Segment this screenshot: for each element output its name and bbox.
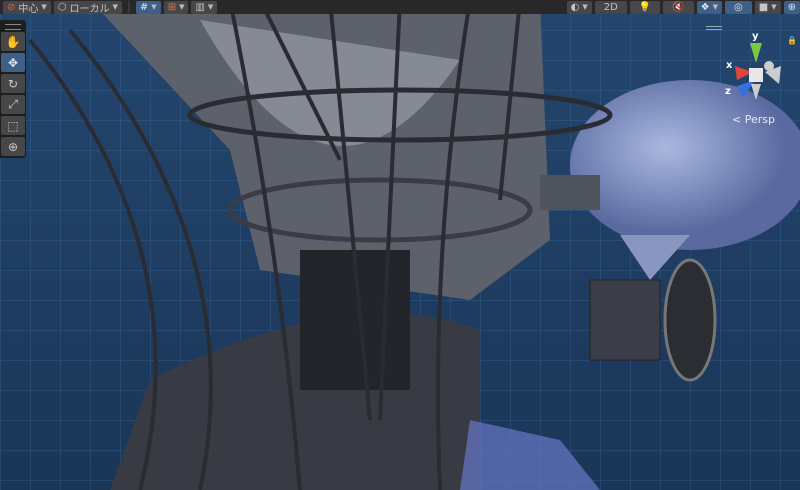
scale-tool-button[interactable]: ⤢ <box>1 95 25 114</box>
space-dropdown[interactable]: ⬡ ローカル ▼ <box>53 0 122 15</box>
transform-icon: ⊕ <box>7 139 19 154</box>
divider <box>127 1 130 13</box>
visibility-toggle[interactable]: ◎ <box>725 0 752 14</box>
gizmo-globe-icon: ⊕ <box>787 1 796 13</box>
light-bulb-icon: 💡 <box>638 1 652 13</box>
rotate-tool-button[interactable]: ↻ <box>1 74 25 93</box>
z-axis-cone[interactable] <box>737 80 755 98</box>
camera-dropdown[interactable]: ■ ▼ <box>754 0 781 14</box>
grid-snap-button[interactable]: # ▼ <box>135 0 161 14</box>
pivot-dropdown[interactable]: ⊘ 中心 ▼ <box>3 0 51 15</box>
snap-icon: ⊞ <box>167 1 177 13</box>
2d-toggle[interactable]: 2D <box>594 0 627 14</box>
increment-snap-button[interactable]: ⊞ ▼ <box>163 0 189 14</box>
drag-handle[interactable] <box>5 24 21 30</box>
pivot-icon: ⊘ <box>7 1 16 13</box>
move-arrows-icon: ✥ <box>7 55 19 70</box>
chevron-down-icon: ▼ <box>179 3 185 11</box>
ruler-icon: ▥ <box>195 1 205 13</box>
lighting-toggle[interactable]: 💡 <box>629 0 661 14</box>
chevron-down-icon: ▼ <box>112 3 118 11</box>
ruler-button[interactable]: ▥ ▼ <box>191 0 218 14</box>
z-axis-label: z <box>725 86 731 97</box>
hand-icon: ✋ <box>5 34 21 49</box>
chevron-down-icon: ▼ <box>207 3 214 11</box>
chevron-down-icon: ▼ <box>151 3 157 11</box>
rect-icon: ⬚ <box>7 118 19 133</box>
camera-icon: ■ <box>758 1 769 13</box>
transform-tool-button[interactable]: ⊕ <box>1 137 25 156</box>
scene-viewport[interactable] <box>0 0 800 490</box>
effects-icon: ❖ <box>700 1 710 13</box>
chevron-down-icon: ▼ <box>712 3 719 11</box>
grid-snap-icon: # <box>139 1 149 13</box>
chevron-down-icon: ▼ <box>41 3 47 11</box>
local-cube-icon: ⬡ <box>57 1 67 13</box>
gizmos-dropdown[interactable]: ⊕ <box>783 0 800 14</box>
scene-toolbar: ⊘ 中心 ▼ ⬡ ローカル ▼ # ▼ ⊞ ▼ ▥ ▼ ◐ ▼ 2D 💡 🔇 ❖ ▼ ◎ ■ ▼ ⊕ <box>0 0 800 15</box>
y-axis-cone[interactable] <box>750 43 762 63</box>
rect-tool-button[interactable]: ⬚ <box>1 116 25 135</box>
draw-mode-dropdown[interactable]: ◐ ▼ <box>566 0 592 14</box>
chevron-down-icon: ▼ <box>771 3 777 11</box>
shading-icon: ◐ <box>570 1 580 13</box>
rotate-icon: ↻ <box>7 76 19 91</box>
scale-icon: ⤢ <box>8 97 18 111</box>
eye-slash-icon: ◎ <box>734 1 743 13</box>
projection-toggle[interactable]: < Persp <box>732 113 775 126</box>
effects-dropdown[interactable]: ❖ ▼ <box>696 0 723 14</box>
y-axis-label: y <box>752 31 759 42</box>
hand-tool-button[interactable]: ✋ <box>1 32 25 51</box>
chevron-left-icon: < <box>732 113 742 126</box>
audio-toggle[interactable]: 🔇 <box>663 0 694 14</box>
tool-palette: ✋ ✥ ↻ ⤢ ⬚ ⊕ <box>0 20 26 158</box>
audio-mute-icon: 🔇 <box>672 1 685 13</box>
x-axis-label: x <box>726 60 733 71</box>
chevron-down-icon: ▼ <box>582 3 588 11</box>
move-tool-button[interactable]: ✥ <box>1 53 25 72</box>
